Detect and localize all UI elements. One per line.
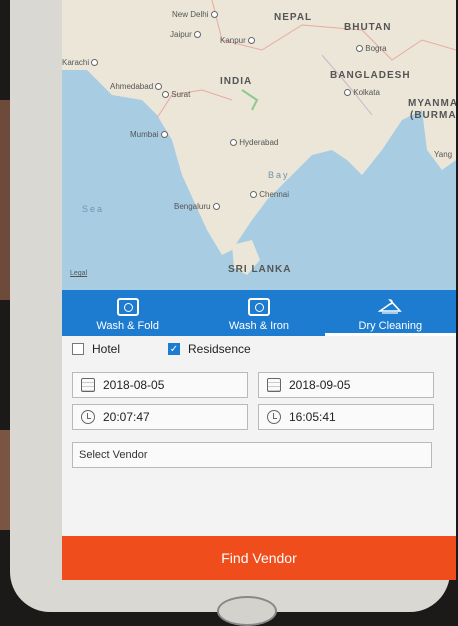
map-label-country: BHUTAN [344,22,392,33]
map-label-sea: Bay [268,170,290,180]
map-label-city: Kanpur [220,36,256,45]
map-label-city: Mumbai [130,130,168,139]
map-label-city: Bogra [356,44,387,53]
booking-form: Hotel ✓ Residsence 2018-08-05 2018-09-05… [62,336,456,536]
map-label-city: Chennai [250,190,289,199]
tab-label: Dry Cleaning [358,320,423,332]
map-label-city: Bengaluru [174,202,220,211]
calendar-icon [267,378,281,392]
end-time-field[interactable]: 16:05:41 [258,404,434,430]
find-vendor-button[interactable]: Find Vendor [62,536,456,580]
tab-wash-fold[interactable]: Wash & Fold [62,290,193,336]
residence-label: Residsence [188,342,251,356]
phone-frame: NEPAL BHUTAN INDIA BANGLADESH MYANMA (BU… [10,0,456,626]
calendar-icon [81,378,95,392]
map-label-city: Hyderabad [230,138,278,147]
map-label-city: New Delhi [172,10,218,19]
map-label-country: SRI LANKA [228,264,292,275]
tab-wash-iron[interactable]: Wash & Iron [193,290,324,336]
map-label-country: MYANMA [408,98,456,109]
clock-icon [81,410,95,424]
tab-label: Wash & Fold [96,320,159,332]
vendor-select[interactable]: Select Vendor [72,442,432,468]
map-label-city: Kolkata [344,88,380,97]
map-label-sea: Sea [82,204,105,214]
map-label-city: Ahmedabad [110,82,163,91]
home-button[interactable] [217,596,277,626]
hanger-icon [378,299,403,314]
hotel-option[interactable]: Hotel [72,342,120,356]
residence-checkbox[interactable]: ✓ [168,343,180,355]
map-label-city: Yang [434,150,453,159]
map-label-country: INDIA [220,76,253,87]
start-time-field[interactable]: 20:07:47 [72,404,248,430]
tab-dry-cleaning[interactable]: Dry Cleaning [324,290,456,336]
tab-label: Wash & Iron [228,320,290,332]
start-time-value: 20:07:47 [103,410,150,424]
end-date-field[interactable]: 2018-09-05 [258,372,434,398]
map-legal-link[interactable]: Legal [70,270,87,277]
start-date-field[interactable]: 2018-08-05 [72,372,248,398]
residence-option[interactable]: ✓ Residsence [168,342,251,356]
map-label-country: NEPAL [274,12,313,23]
clock-icon [267,410,281,424]
start-date-value: 2018-08-05 [103,378,165,392]
map-view[interactable]: NEPAL BHUTAN INDIA BANGLADESH MYANMA (BU… [62,0,456,290]
service-tabs: Wash & Fold Wash & Iron Dry Cleaning [62,290,456,336]
washer-icon [247,298,270,316]
map-label-city: Surat [162,90,190,99]
hotel-label: Hotel [92,342,121,356]
map-label-city: Karachi [62,58,99,67]
map-label-city: Jaipur [170,30,202,39]
end-time-value: 16:05:41 [289,410,336,424]
hotel-checkbox[interactable] [72,343,84,355]
app-screen: NEPAL BHUTAN INDIA BANGLADESH MYANMA (BU… [62,0,456,580]
washing-machine-icon [116,298,139,316]
map-label-country: BANGLADESH [330,70,411,81]
end-date-value: 2018-09-05 [289,378,351,392]
map-label-country: (BURMA [410,110,456,121]
